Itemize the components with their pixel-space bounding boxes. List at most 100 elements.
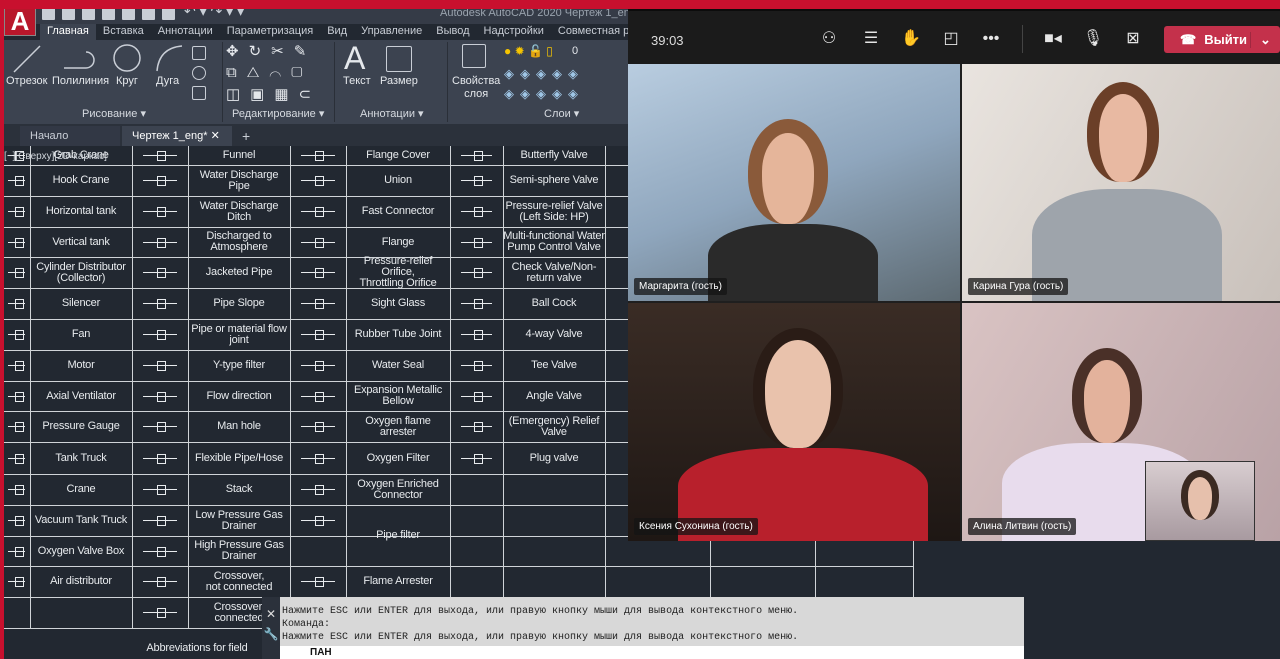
symbol-icon[interactable] <box>3 442 30 474</box>
table-cell[interactable]: Motor <box>30 350 132 381</box>
table-cell[interactable] <box>503 505 605 536</box>
tab-start[interactable]: Начало <box>20 126 120 146</box>
symbol-icon[interactable] <box>290 350 346 381</box>
table-cell[interactable]: Fast Connector <box>346 196 450 227</box>
rectangle-icon[interactable] <box>192 46 206 60</box>
symbol-icon[interactable] <box>3 411 30 442</box>
symbol-icon[interactable] <box>132 165 188 196</box>
table-cell[interactable]: Crane <box>30 474 132 505</box>
symbol-icon[interactable] <box>450 257 503 288</box>
table-cell[interactable]: Flame Arrester <box>346 566 450 597</box>
symbol-icon[interactable] <box>290 505 346 536</box>
table-cell[interactable]: Oxygen Enriched Connector <box>346 474 450 505</box>
symbol-icon[interactable] <box>132 196 188 227</box>
rooms-icon[interactable]: ◰ <box>940 28 962 50</box>
table-cell[interactable]: Vacuum Tank Truck <box>30 505 132 536</box>
table-cell[interactable]: Horizontal tank <box>30 196 132 227</box>
more-icon[interactable]: ••• <box>980 28 1002 50</box>
symbol-icon[interactable] <box>290 196 346 227</box>
table-cell[interactable]: High Pressure Gas Drainer <box>188 536 290 566</box>
table-cell[interactable]: Fan <box>30 319 132 350</box>
video-tile[interactable]: Карина Гура (гость) <box>962 64 1280 301</box>
draw-panel-label[interactable]: Рисование ▾ <box>82 107 146 120</box>
symbol-icon[interactable] <box>450 319 503 350</box>
participants-icon[interactable]: ⚇ <box>818 28 840 50</box>
wrench-icon[interactable]: 🔧 <box>262 627 280 641</box>
ellipse-icon[interactable] <box>192 66 206 80</box>
symbol-icon[interactable] <box>450 227 503 257</box>
layer-properties-tool[interactable]: Свойства слоя <box>452 75 500 101</box>
symbol-icon[interactable] <box>132 566 188 597</box>
table-cell[interactable]: Man hole <box>188 411 290 442</box>
symbol-icon[interactable] <box>290 442 346 474</box>
table-cell[interactable]: Water Discharge Pipe <box>188 165 290 196</box>
symbol-icon[interactable] <box>132 442 188 474</box>
new-tab-button[interactable]: + <box>232 126 260 146</box>
table-cell[interactable]: Angle Valve <box>503 381 605 411</box>
tab-insert[interactable]: Вставка <box>96 24 151 40</box>
symbol-icon[interactable] <box>290 288 346 319</box>
table-cell[interactable]: Multi-functional Water Pump Control Valv… <box>503 227 605 257</box>
line-tool[interactable]: Отрезок <box>6 75 47 87</box>
symbol-icon[interactable] <box>450 288 503 319</box>
chat-icon[interactable]: ☰ <box>860 28 882 50</box>
viewport-label[interactable]: [−][Сверху][2D-каркас] <box>4 151 107 162</box>
symbol-icon[interactable] <box>3 257 30 288</box>
layer-tools-row2[interactable]: ◈◈◈◈◈ <box>504 86 584 102</box>
table-cell[interactable]: Flexible Pipe/Hose <box>188 442 290 474</box>
table-cell[interactable]: Pressure-relief Orifice, Throttling Orif… <box>346 256 450 289</box>
tab-output[interactable]: Вывод <box>429 24 476 40</box>
layer-value[interactable]: 0 <box>572 45 578 57</box>
modify-tools-row2[interactable]: ⧉△⌒▢ <box>226 64 313 81</box>
table-cell[interactable]: Expansion Metallic Bellow <box>346 381 450 411</box>
table-cell[interactable]: Flange <box>346 227 450 257</box>
table-cell[interactable]: Plug valve <box>503 442 605 474</box>
symbol-icon[interactable] <box>3 381 30 411</box>
symbol-icon[interactable] <box>132 319 188 350</box>
symbol-icon[interactable] <box>450 411 503 442</box>
table-cell[interactable]: Low Pressure Gas Drainer <box>188 505 290 536</box>
table-cell[interactable]: Flange Cover <box>346 145 450 165</box>
table-cell[interactable]: Tee Valve <box>503 350 605 381</box>
tab-view[interactable]: Вид <box>320 24 354 40</box>
symbol-icon[interactable] <box>450 196 503 227</box>
table-cell[interactable]: Funnel <box>188 145 290 165</box>
table-cell[interactable]: Water Seal <box>346 350 450 381</box>
arc-tool[interactable]: Дуга <box>156 75 179 87</box>
symbol-icon[interactable] <box>290 411 346 442</box>
table-cell[interactable]: Water Discharge Ditch <box>188 196 290 227</box>
table-cell[interactable]: Air distributor <box>30 566 132 597</box>
self-view[interactable] <box>1145 461 1255 541</box>
symbol-icon[interactable] <box>3 196 30 227</box>
table-cell[interactable]: Oxygen flame arrester <box>346 411 450 442</box>
leave-button[interactable]: ☎ Выйти ⌄ <box>1164 26 1280 53</box>
table-cell[interactable]: Semi-sphere Valve <box>503 165 605 196</box>
table-cell[interactable]: Pressure Gauge <box>30 411 132 442</box>
video-tile[interactable]: Алина Литвин (гость) <box>962 303 1280 541</box>
symbol-icon[interactable] <box>132 288 188 319</box>
symbol-icon[interactable] <box>290 566 346 597</box>
symbol-icon[interactable] <box>290 319 346 350</box>
camera-icon[interactable]: ■◂ <box>1042 28 1064 50</box>
table-cell[interactable] <box>503 566 605 597</box>
table-cell[interactable] <box>503 536 605 566</box>
symbol-icon[interactable] <box>3 165 30 196</box>
symbol-icon[interactable] <box>132 536 188 566</box>
table-cell[interactable]: Pipe Slope <box>188 288 290 319</box>
layers-panel-label[interactable]: Слои ▾ <box>544 107 579 120</box>
layer-tools-row1[interactable]: ◈◈◈◈◈ <box>504 66 584 82</box>
symbol-icon[interactable] <box>290 381 346 411</box>
table-cell[interactable]: Butterfly Valve <box>503 145 605 165</box>
abbreviations-cell[interactable]: Abbreviations for field <box>132 638 262 659</box>
table-cell[interactable]: Stack <box>188 474 290 505</box>
annotation-panel-label[interactable]: Аннотации ▾ <box>360 107 424 120</box>
symbol-icon[interactable] <box>3 350 30 381</box>
dimension-tool[interactable]: Размер <box>380 75 418 87</box>
symbol-icon[interactable] <box>132 474 188 505</box>
table-cell[interactable]: Sight Glass <box>346 288 450 319</box>
tab-annotate[interactable]: Аннотации <box>151 24 220 40</box>
modify-tools-row1[interactable]: ✥↻✂✎ <box>226 42 316 60</box>
symbol-icon[interactable] <box>3 505 30 536</box>
circle-tool[interactable]: Круг <box>116 75 138 87</box>
table-cell[interactable]: Cylinder Distributor (Collector) <box>30 257 132 288</box>
